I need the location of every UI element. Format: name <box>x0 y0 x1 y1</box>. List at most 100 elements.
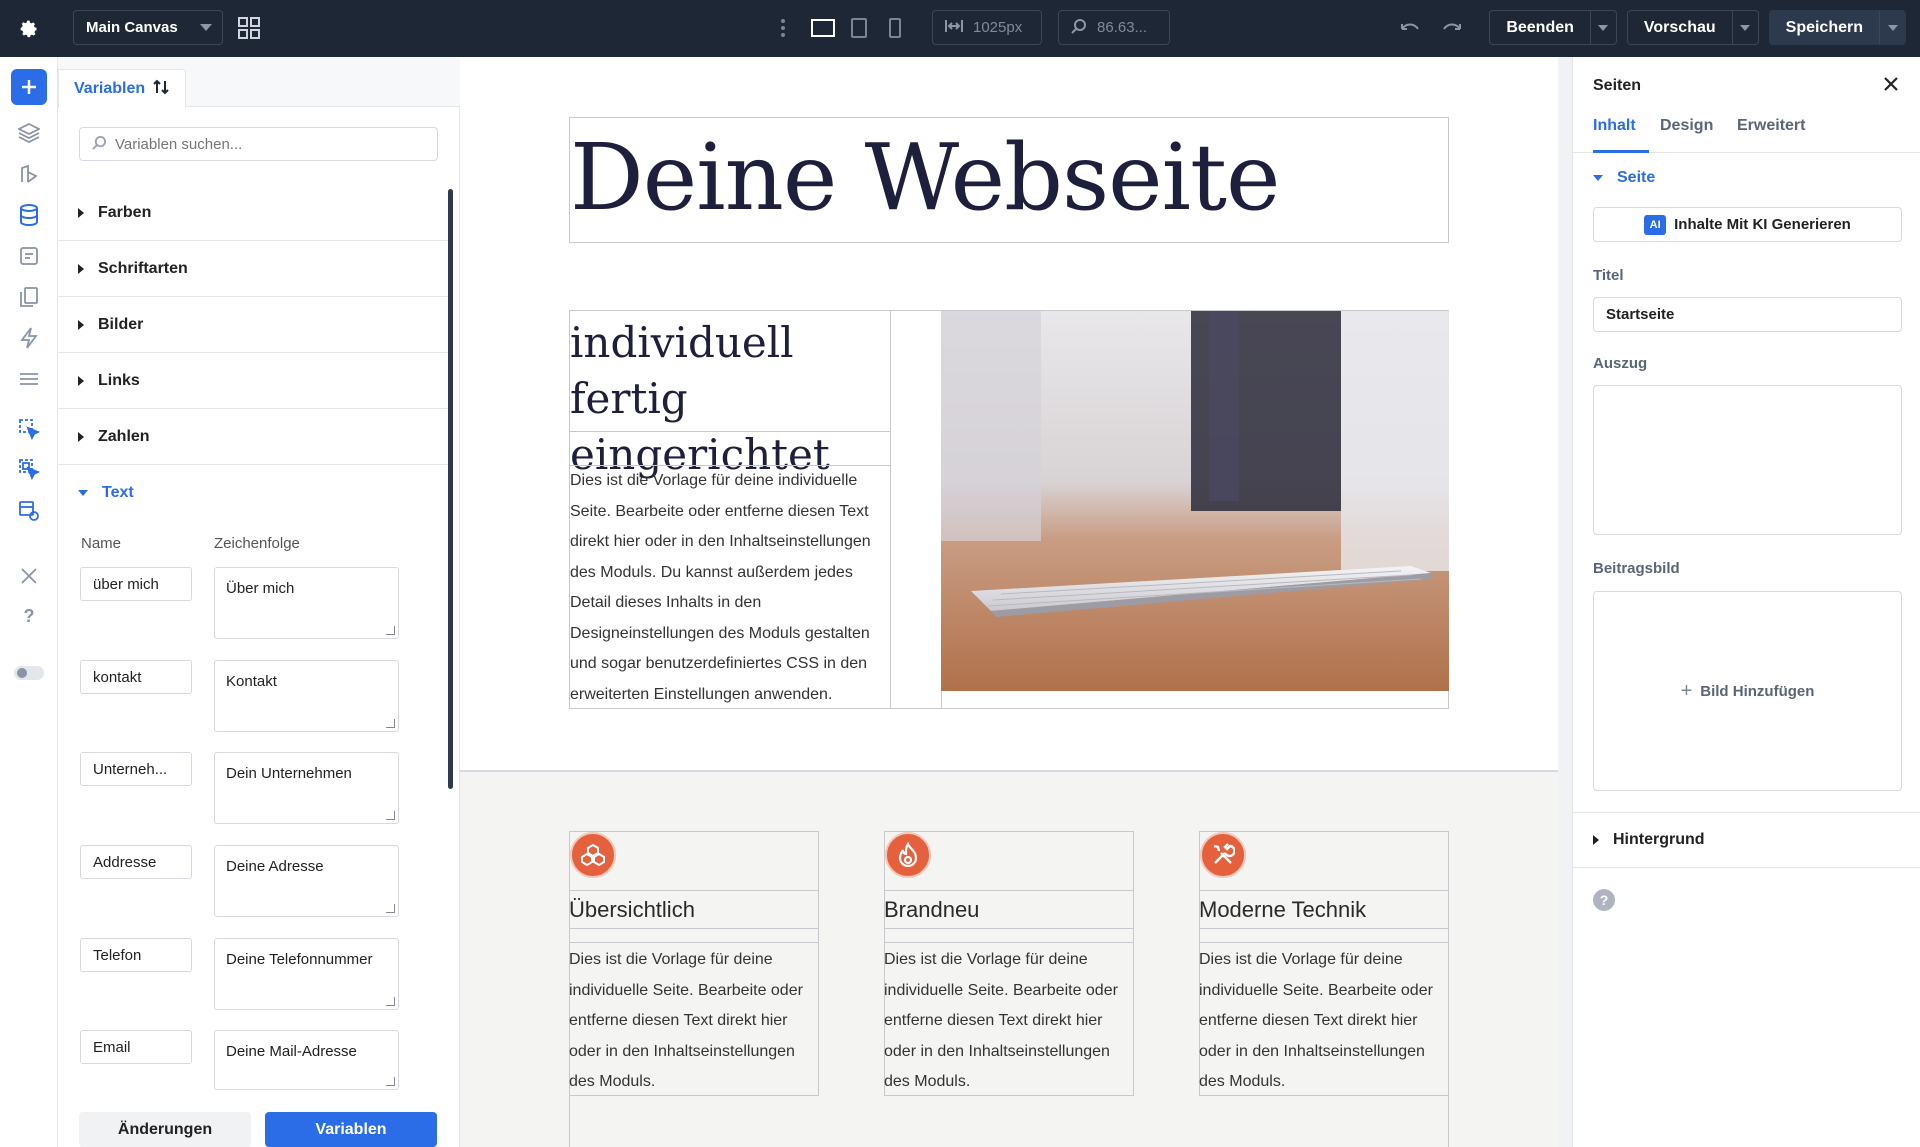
feature-divider <box>884 929 1134 943</box>
variable-name-field[interactable]: Telefon <box>80 938 192 972</box>
beenden-button[interactable]: Beenden <box>1489 10 1617 45</box>
chevron-down-icon[interactable] <box>1879 11 1905 44</box>
title-input[interactable]: Startseite <box>1593 297 1902 332</box>
find-replace-icon[interactable] <box>11 493 47 529</box>
desktop-view-icon[interactable] <box>810 16 836 40</box>
feature-text[interactable]: Dies ist die Vorlage für deine individue… <box>569 945 819 1098</box>
variable-name-field[interactable]: über mich <box>80 567 192 601</box>
panel-scrollbar[interactable] <box>448 189 453 789</box>
variable-value-field[interactable]: Dein Unternehmen <box>214 752 399 824</box>
feature-title[interactable]: Moderne Technik <box>1199 891 1449 929</box>
theme-builder-icon[interactable] <box>11 156 47 192</box>
help-icon[interactable]: ? <box>11 598 47 634</box>
section-text[interactable]: Text <box>58 465 450 521</box>
chevron-down-icon[interactable] <box>1589 11 1616 44</box>
intro-text[interactable]: Dies ist die Vorlage für deine individue… <box>569 466 891 709</box>
ai-icon: AI <box>1644 214 1667 235</box>
variables-tabbar: Variablen <box>58 57 460 108</box>
panel-divider[interactable] <box>1558 57 1572 1147</box>
caret-right-icon <box>78 207 84 218</box>
sliders-icon[interactable] <box>11 361 47 397</box>
tab-design[interactable]: Design <box>1660 117 1713 153</box>
section-seite[interactable]: Seite <box>1593 169 1655 187</box>
variable-value-field[interactable]: Deine Mail-Adresse <box>214 1030 399 1090</box>
generate-ai-button[interactable]: AI Inhalte Mit KI Generieren <box>1593 207 1902 242</box>
phone-view-icon[interactable] <box>882 16 908 40</box>
variables-panel: Variablen Farben Schriftarten Bilder Lin… <box>58 57 460 1147</box>
column-gutter <box>891 310 942 709</box>
feature-text[interactable]: Dies ist die Vorlage für deine individue… <box>884 945 1134 1098</box>
variable-name-field[interactable]: kontakt <box>80 660 192 694</box>
variable-value-field[interactable]: Deine Adresse <box>214 845 399 917</box>
canvas-select-label: Main Canvas <box>86 19 178 36</box>
tab-variables[interactable]: Variablen <box>58 69 186 108</box>
chevron-down-icon[interactable] <box>1731 11 1758 44</box>
layers-icon[interactable] <box>11 115 47 151</box>
section-schriftarten[interactable]: Schriftarten <box>58 241 450 297</box>
lightning-icon[interactable] <box>11 320 47 356</box>
intro-heading[interactable]: individuell fertig eingerichtet <box>569 310 891 479</box>
undo-icon[interactable] <box>1395 13 1425 43</box>
multi-select-icon[interactable] <box>11 451 47 487</box>
feature-title[interactable]: Übersichtlich <box>569 891 819 929</box>
variable-row: Addresse Deine Adresse <box>80 845 399 925</box>
excerpt-textarea[interactable] <box>1593 385 1902 535</box>
vorschau-button[interactable]: Vorschau <box>1626 10 1759 45</box>
variable-name-field[interactable]: Unterneh... <box>80 752 192 786</box>
cubes-icon <box>570 832 616 878</box>
variable-row: über mich Über mich <box>80 567 399 647</box>
feature-divider <box>569 929 819 943</box>
speichern-button[interactable]: Speichern <box>1768 10 1906 45</box>
feature-card[interactable]: Übersichtlich Dies ist die Vorlage für d… <box>569 831 819 1096</box>
tab-inhalt[interactable]: Inhalt <box>1593 117 1649 153</box>
feature-card[interactable]: Brandneu Dies ist die Vorlage für deine … <box>884 831 1134 1096</box>
toggle-switch[interactable] <box>11 655 47 691</box>
tablet-view-icon[interactable] <box>846 16 872 40</box>
tab-erweitert[interactable]: Erweitert <box>1737 117 1805 153</box>
toolbar-actions: Beenden Vorschau Speichern <box>1395 10 1906 45</box>
left-icon-rail: ? <box>0 57 58 1147</box>
section-bilder[interactable]: Bilder <box>58 297 450 353</box>
pages-icon[interactable] <box>11 279 47 315</box>
variables-search-input[interactable] <box>115 135 415 153</box>
add-icon[interactable] <box>11 69 47 105</box>
feature-text[interactable]: Dies ist die Vorlage für deine individue… <box>1199 945 1449 1098</box>
section-farben[interactable]: Farben <box>58 185 450 241</box>
variable-value-field[interactable]: Kontakt <box>214 660 399 732</box>
title-label: Titel <box>1593 267 1624 284</box>
page-settings-icon[interactable] <box>11 238 47 274</box>
close-icon[interactable] <box>1880 73 1902 95</box>
gear-icon[interactable] <box>14 14 44 44</box>
more-vertical-icon[interactable] <box>775 16 791 40</box>
select-element-icon[interactable] <box>11 411 47 447</box>
variable-name-field[interactable]: Addresse <box>80 845 192 879</box>
canvas-select[interactable]: Main Canvas <box>73 10 223 45</box>
tools-icon[interactable] <box>11 558 47 594</box>
search-icon <box>92 135 107 154</box>
grid-icon[interactable] <box>237 16 261 40</box>
feature-title[interactable]: Brandneu <box>884 891 1134 929</box>
variables-button[interactable]: Variablen <box>265 1112 437 1147</box>
redo-icon[interactable] <box>1437 13 1467 43</box>
keyboard-image[interactable] <box>941 311 1449 691</box>
section-links[interactable]: Links <box>58 353 450 409</box>
database-icon[interactable] <box>11 197 47 233</box>
variable-value-field[interactable]: Deine Telefonnummer <box>214 938 399 1010</box>
variable-value-field[interactable]: Über mich <box>214 567 399 639</box>
section-label: Text <box>102 484 134 501</box>
variable-row: Telefon Deine Telefonnummer <box>80 938 399 1018</box>
section-hintergrund[interactable]: Hintergrund <box>1573 812 1920 868</box>
changes-button[interactable]: Änderungen <box>79 1112 251 1147</box>
hero-heading[interactable]: Deine Webseite <box>569 117 1449 243</box>
variables-search-field[interactable] <box>79 127 438 161</box>
generate-ai-label: Inhalte Mit KI Generieren <box>1674 216 1851 233</box>
canvas-width-field[interactable]: 1025px <box>932 10 1042 45</box>
add-image-button[interactable]: + Bild Hinzufügen <box>1593 591 1902 791</box>
sort-icon[interactable] <box>153 79 169 100</box>
feature-card[interactable]: Moderne Technik Dies ist die Vorlage für… <box>1199 831 1449 1096</box>
variable-name-field[interactable]: Email <box>80 1030 192 1064</box>
section-zahlen[interactable]: Zahlen <box>58 409 450 465</box>
speichern-label: Speichern <box>1785 18 1863 36</box>
zoom-field[interactable]: 86.63... <box>1058 10 1170 45</box>
help-icon[interactable]: ? <box>1593 889 1615 911</box>
